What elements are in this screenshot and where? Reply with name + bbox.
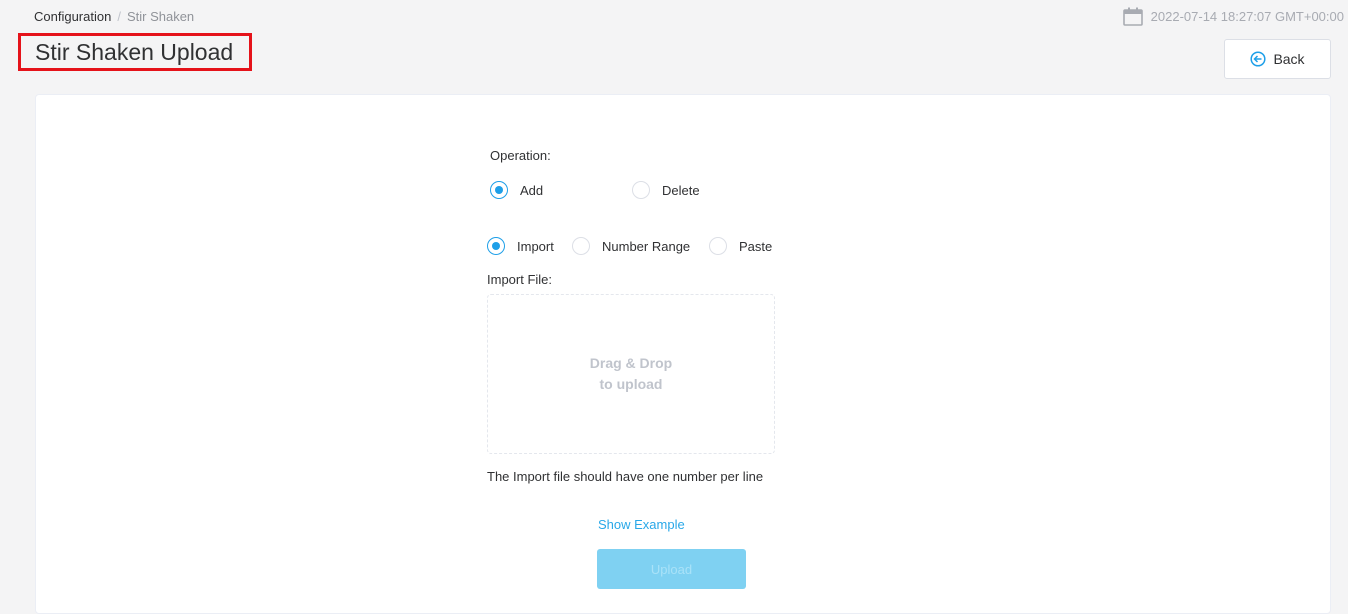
radio-number-range-label: Number Range bbox=[602, 238, 691, 254]
radio-paste[interactable]: Paste bbox=[709, 237, 772, 255]
back-button[interactable]: Back bbox=[1224, 39, 1331, 79]
radio-delete-label: Delete bbox=[662, 182, 700, 198]
upload-form-card: Operation: Add Delete Import Number Rang… bbox=[35, 94, 1331, 614]
radio-import-label: Import bbox=[517, 238, 554, 254]
radio-add-label: Add bbox=[520, 182, 544, 198]
radio-number-range[interactable]: Number Range bbox=[572, 237, 690, 255]
page-title: Stir Shaken Upload bbox=[18, 33, 252, 71]
datetime-text: 2022-07-14 18:27:07 GMT+00:00 bbox=[1150, 9, 1344, 24]
radio-number-range-indicator bbox=[572, 237, 590, 255]
import-file-label: Import File: bbox=[487, 272, 553, 287]
server-datetime: 2022-07-14 18:27:07 GMT+00:00 bbox=[1122, 7, 1344, 26]
breadcrumb: Configuration / Stir Shaken bbox=[34, 9, 194, 25]
breadcrumb-current: Stir Shaken bbox=[126, 9, 195, 24]
import-hint: The Import file should have one number p… bbox=[487, 469, 764, 484]
radio-add[interactable]: Add bbox=[490, 181, 543, 199]
circle-arrow-left-icon bbox=[1250, 51, 1266, 67]
show-example-link[interactable]: Show Example bbox=[598, 517, 685, 532]
calendar-icon bbox=[1122, 7, 1143, 26]
upload-button[interactable]: Upload bbox=[597, 549, 746, 589]
radio-add-indicator bbox=[490, 181, 508, 199]
radio-paste-indicator bbox=[709, 237, 727, 255]
back-button-label: Back bbox=[1273, 51, 1305, 67]
operation-label: Operation: bbox=[490, 148, 551, 163]
radio-delete-indicator bbox=[632, 181, 650, 199]
radio-import[interactable]: Import bbox=[487, 237, 554, 255]
dropzone-text-line2: to upload bbox=[599, 376, 663, 392]
breadcrumb-configuration-link[interactable]: Configuration bbox=[34, 9, 111, 24]
radio-delete[interactable]: Delete bbox=[632, 181, 700, 199]
dropzone-text-line1: Drag & Drop bbox=[589, 355, 673, 371]
radio-paste-label: Paste bbox=[739, 238, 773, 254]
file-dropzone[interactable]: Drag & Drop to upload bbox=[487, 294, 775, 454]
radio-import-indicator bbox=[487, 237, 505, 255]
breadcrumb-separator: / bbox=[117, 9, 121, 24]
